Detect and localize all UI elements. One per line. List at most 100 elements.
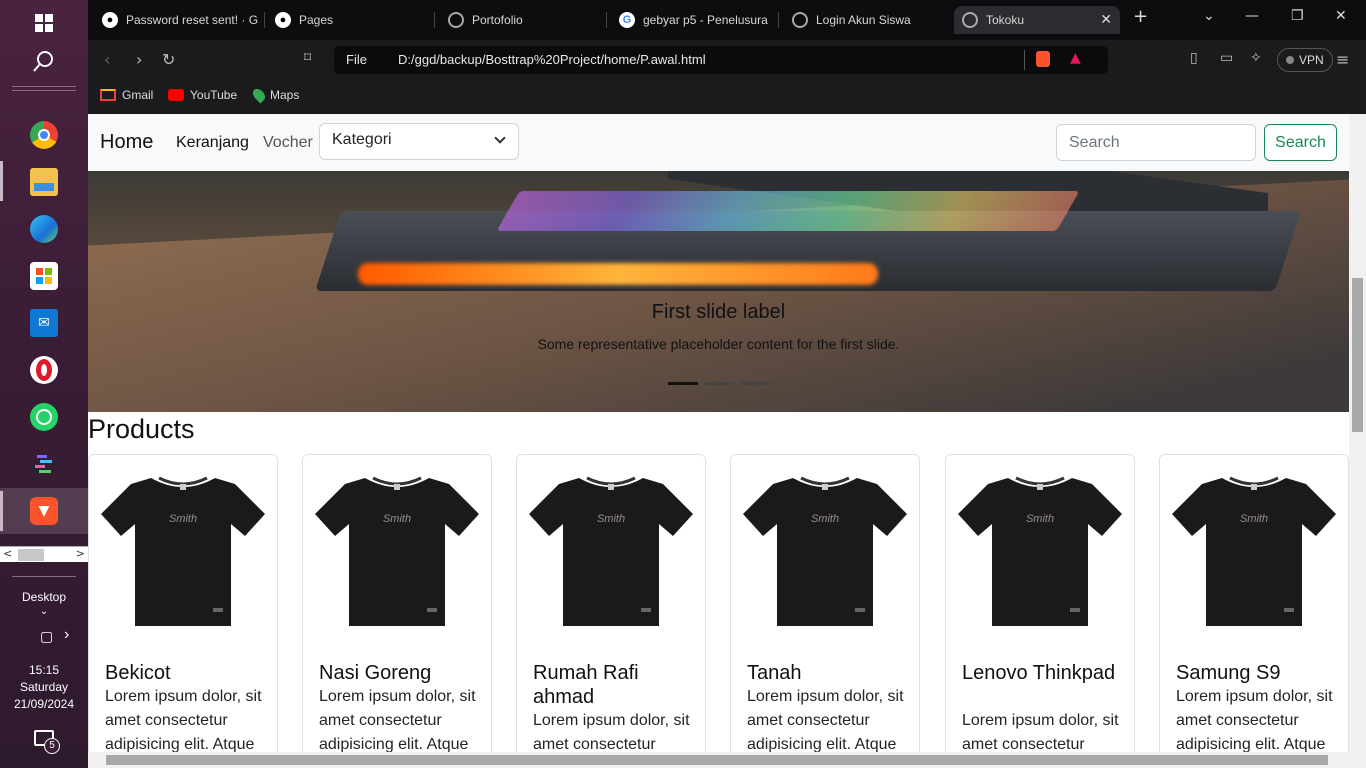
tab-login-akun-siswa[interactable]: Login Akun Siswa [792,6,942,34]
opera-icon[interactable] [30,356,58,384]
shirt-print-text: Smith [597,513,625,525]
notification-badge: 5 [44,738,60,754]
desktop-label[interactable]: Desktop [0,590,88,604]
sidebar-icon[interactable]: ▯ [1190,50,1198,66]
product-card[interactable]: Smith Nasi Goreng Lorem ipsum dolor, sit… [302,454,492,752]
url-scheme-label[interactable]: File [346,52,367,67]
chevron-right-icon[interactable]: › [0,626,88,644]
product-description: Lorem ipsum dolor, sit amet consectetur … [105,688,262,752]
tab-separator [778,12,779,28]
shirt-print-text: Smith [1240,513,1268,525]
store-icon[interactable] [30,262,58,290]
product-card[interactable]: Smith Samung S9 Lorem ipsum dolor, sit a… [1159,454,1349,752]
file-explorer-icon[interactable] [30,168,58,196]
product-description: Lorem ipsum dolor, sit amet consectetur … [962,712,1119,752]
product-card[interactable]: Smith Lenovo Thinkpad Lorem ipsum dolor,… [945,454,1135,752]
globe-icon [962,12,978,28]
nav-link-vocher[interactable]: Vocher [263,134,313,152]
back-icon[interactable]: ‹ [104,50,110,69]
carousel-indicator-2[interactable] [704,382,734,385]
product-card[interactable]: Smith Bekicot Lorem ipsum dolor, sit ame… [88,454,278,752]
wallet-icon[interactable]: ▭ [1220,50,1233,66]
close-window-icon[interactable]: ✕ [1335,8,1347,24]
github-icon: ● [102,12,118,28]
taskbar-scrollbar[interactable]: < > [0,546,88,562]
tab-separator [434,12,435,28]
brave-icon[interactable]: ▼ [30,497,58,525]
bookmarks-bar: Gmail YouTube Maps [88,80,1366,114]
scroll-right-icon[interactable]: > [76,547,85,560]
brand-home-link[interactable]: Home [100,131,153,154]
address-bar[interactable]: File D:/ggd/backup/Bosttrap%20Project/ho… [334,46,1108,74]
chevron-down-icon[interactable]: ⌄ [0,606,88,617]
product-card[interactable]: Smith Rumah Rafi ahmad Lorem ipsum dolor… [516,454,706,752]
close-tab-icon[interactable]: ✕ [1100,11,1112,28]
carousel-indicator-1[interactable] [668,382,698,385]
carousel-indicator-3[interactable] [740,382,770,385]
url-text[interactable]: D:/ggd/backup/Bosttrap%20Project/home/P.… [398,52,706,67]
tab-label: Login Akun Siswa [816,13,911,27]
hero-carousel[interactable]: First slide label Some representative pl… [88,171,1349,412]
tab-gebyar-p5[interactable]: G gebyar p5 - Penelusura [619,6,769,34]
menu-icon[interactable]: ≡ [1336,50,1349,69]
tab-separator [606,12,607,28]
leo-ai-icon[interactable]: ✧ [1250,50,1262,66]
bookmark-youtube[interactable]: YouTube [168,88,237,102]
search-button[interactable] [0,38,88,84]
tab-search-chevron-icon[interactable]: ⌄ [1203,8,1215,24]
bookmark-gmail[interactable]: Gmail [100,88,153,102]
carousel-image-glow [358,263,878,285]
maps-icon [250,86,268,104]
active-indicator [0,161,3,201]
youtube-icon [168,89,184,101]
google-icon: G [619,12,635,28]
store-grid-icon [36,268,52,284]
nav-link-keranjang[interactable]: Keranjang [176,134,249,152]
bookmark-icon[interactable]: ⌑ [304,50,311,66]
product-card[interactable]: Smith Tanah Lorem ipsum dolor, sit amet … [730,454,920,752]
restore-icon[interactable]: ❐ [1291,8,1304,24]
product-description: Lorem ipsum dolor, sit amet consectetur … [533,712,690,752]
scroll-thumb[interactable] [18,549,44,561]
scroll-thumb[interactable] [1352,278,1363,432]
mail-icon[interactable]: ✉ [30,309,58,337]
horizontal-scrollbar[interactable] [88,752,1366,768]
chrome-icon[interactable] [30,121,58,149]
search-input[interactable] [1056,124,1256,161]
clock-day[interactable]: Saturday [0,680,88,694]
tshirt-image: Smith [958,476,1122,626]
tshirt-image: Smith [529,476,693,626]
clock-time[interactable]: 15:15 [0,663,88,677]
taskbar-divider [12,576,76,577]
browser-window: ● Password reset sent! · G ● Pages Porto… [88,0,1366,768]
browser-toolbar: ‹ › ↻ ⌑ File D:/ggd/backup/Bosttrap%20Pr… [88,40,1366,80]
edge-icon[interactable] [30,215,58,243]
gmail-icon [100,89,116,101]
bookmark-maps[interactable]: Maps [250,86,299,104]
windows-icon [35,14,53,32]
shirt-print-text: Smith [169,513,197,525]
scroll-thumb[interactable] [106,755,1328,765]
tab-password-reset[interactable]: ● Password reset sent! · G [102,6,262,34]
scroll-left-icon[interactable]: < [3,547,12,560]
tab-portofolio[interactable]: Portofolio [448,6,598,34]
reload-icon[interactable]: ↻ [162,50,175,69]
tab-tokoku[interactable]: Tokoku ✕ [954,6,1120,34]
kategori-select[interactable]: Kategori [319,123,519,160]
app-icon[interactable] [30,450,58,478]
brave-shields-icon[interactable] [1036,51,1050,67]
clock-date[interactable]: 21/09/2024 [0,697,88,711]
vpn-button[interactable]: VPN [1277,48,1333,72]
tab-label: Tokoku [986,13,1025,27]
chevron-down-icon [494,132,506,144]
forward-icon[interactable]: › [136,50,142,69]
product-title: Bekicot [105,662,171,684]
new-tab-icon[interactable]: + [1133,6,1148,27]
minimize-icon[interactable]: — [1245,8,1259,24]
tab-pages[interactable]: ● Pages [275,6,425,34]
carousel-image-keyboard [496,191,1080,231]
brave-rewards-icon[interactable]: ▲ [1070,50,1081,66]
search-button[interactable]: Search [1264,124,1337,161]
whatsapp-icon[interactable] [30,403,58,431]
vertical-scrollbar[interactable] [1349,114,1366,752]
